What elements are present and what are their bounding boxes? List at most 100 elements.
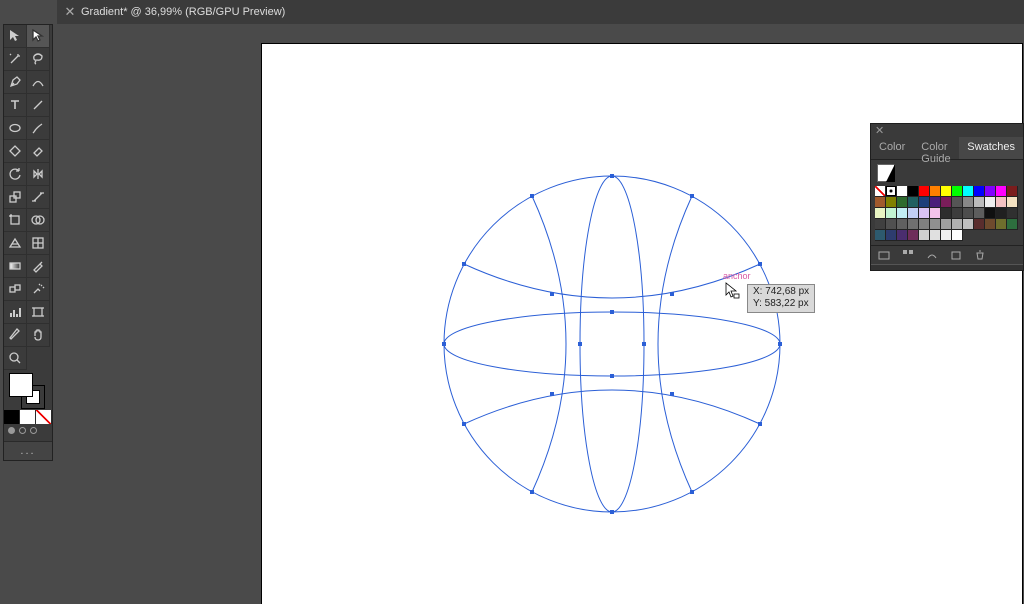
swatch-libraries-icon[interactable] bbox=[877, 248, 891, 262]
swatch[interactable] bbox=[908, 230, 919, 241]
swatch[interactable] bbox=[919, 208, 930, 219]
swatch[interactable] bbox=[963, 219, 974, 230]
swatch[interactable] bbox=[886, 219, 897, 230]
draw-mode-dots[interactable] bbox=[4, 424, 52, 437]
swatch[interactable] bbox=[875, 186, 886, 197]
swatch[interactable] bbox=[1007, 197, 1018, 208]
fill-swatch[interactable] bbox=[9, 373, 33, 397]
swatch[interactable] bbox=[897, 186, 908, 197]
swatch[interactable] bbox=[996, 219, 1007, 230]
swatch[interactable] bbox=[952, 219, 963, 230]
swatch[interactable] bbox=[952, 186, 963, 197]
swatch[interactable] bbox=[952, 230, 963, 241]
swatch[interactable] bbox=[930, 197, 941, 208]
swatch[interactable] bbox=[897, 230, 908, 241]
blend-tool[interactable] bbox=[4, 278, 27, 301]
edit-toolbar-button[interactable]: ... bbox=[4, 441, 52, 460]
swatch[interactable] bbox=[985, 208, 996, 219]
swatch[interactable] bbox=[985, 186, 996, 197]
swatch[interactable] bbox=[941, 230, 952, 241]
current-fill-stroke-icon[interactable] bbox=[877, 164, 895, 182]
swatch[interactable] bbox=[941, 208, 952, 219]
swatch[interactable] bbox=[919, 197, 930, 208]
tab-swatches[interactable]: Swatches bbox=[959, 137, 1023, 159]
show-swatch-kinds-icon[interactable] bbox=[901, 248, 915, 262]
swatch-options-icon[interactable] bbox=[925, 248, 939, 262]
swatch[interactable] bbox=[1007, 186, 1018, 197]
swatch[interactable] bbox=[886, 197, 897, 208]
rotate-tool[interactable] bbox=[4, 163, 27, 186]
gradient-mode[interactable] bbox=[20, 410, 36, 424]
swatch[interactable] bbox=[908, 197, 919, 208]
zoom-tool[interactable] bbox=[4, 347, 27, 370]
ellipse-tool[interactable] bbox=[4, 117, 27, 140]
direct-selection-tool[interactable] bbox=[27, 25, 50, 48]
swatch[interactable] bbox=[996, 197, 1007, 208]
swatch[interactable] bbox=[963, 197, 974, 208]
swatch[interactable] bbox=[897, 197, 908, 208]
swatch[interactable] bbox=[908, 208, 919, 219]
swatch[interactable] bbox=[875, 208, 886, 219]
scale-tool[interactable] bbox=[4, 186, 27, 209]
selection-tool[interactable] bbox=[4, 25, 27, 48]
perspective-grid-tool[interactable] bbox=[4, 232, 27, 255]
eraser-tool[interactable] bbox=[27, 140, 50, 163]
lasso-tool[interactable] bbox=[27, 48, 50, 71]
mesh-tool[interactable] bbox=[27, 232, 50, 255]
shape-builder-tool[interactable] bbox=[27, 209, 50, 232]
paintbrush-tool[interactable] bbox=[27, 117, 50, 140]
slice-tool[interactable] bbox=[4, 324, 27, 347]
globe-wireframe[interactable] bbox=[442, 174, 782, 514]
swatch[interactable] bbox=[963, 186, 974, 197]
swatch[interactable] bbox=[897, 208, 908, 219]
swatch[interactable] bbox=[1007, 219, 1018, 230]
swatch[interactable] bbox=[941, 219, 952, 230]
artboard-tool[interactable] bbox=[27, 301, 50, 324]
line-tool[interactable] bbox=[27, 94, 50, 117]
swatch[interactable] bbox=[930, 230, 941, 241]
gradient-tool[interactable] bbox=[4, 255, 27, 278]
swatch[interactable] bbox=[985, 197, 996, 208]
swatch[interactable] bbox=[996, 186, 1007, 197]
swatch[interactable] bbox=[963, 208, 974, 219]
none-mode[interactable] bbox=[36, 410, 52, 424]
swatch[interactable] bbox=[974, 186, 985, 197]
swatch[interactable] bbox=[974, 197, 985, 208]
width-tool[interactable] bbox=[27, 186, 50, 209]
swatch[interactable] bbox=[897, 219, 908, 230]
swatch[interactable] bbox=[919, 219, 930, 230]
swatch[interactable] bbox=[952, 197, 963, 208]
panel-close-icon[interactable]: ✕ bbox=[871, 124, 1023, 137]
tab-color-guide[interactable]: Color Guide bbox=[913, 137, 959, 159]
delete-swatch-icon[interactable] bbox=[973, 248, 987, 262]
shaper-tool[interactable] bbox=[4, 140, 27, 163]
swatch[interactable] bbox=[941, 186, 952, 197]
swatch[interactable] bbox=[930, 186, 941, 197]
swatch[interactable] bbox=[1007, 208, 1018, 219]
free-transform-tool[interactable] bbox=[4, 209, 27, 232]
magic-wand-tool[interactable] bbox=[4, 48, 27, 71]
panel-resize-grip[interactable] bbox=[871, 264, 1023, 270]
swatch[interactable] bbox=[974, 208, 985, 219]
type-tool[interactable] bbox=[4, 94, 27, 117]
swatch[interactable] bbox=[919, 186, 930, 197]
symbol-sprayer-tool[interactable] bbox=[27, 278, 50, 301]
swatch[interactable] bbox=[875, 219, 886, 230]
pen-tool[interactable] bbox=[4, 71, 27, 94]
document-tab-title[interactable]: Gradient* @ 36,99% (RGB/GPU Preview) bbox=[79, 6, 295, 18]
swatch[interactable] bbox=[952, 208, 963, 219]
swatch[interactable] bbox=[941, 197, 952, 208]
reflect-tool[interactable] bbox=[27, 163, 50, 186]
swatch[interactable] bbox=[908, 219, 919, 230]
swatches-panel[interactable]: ✕ Color Color Guide Swatches bbox=[870, 123, 1024, 271]
hand-tool[interactable] bbox=[27, 324, 50, 347]
color-mode[interactable] bbox=[4, 410, 20, 424]
close-tab-icon[interactable]: ✕ bbox=[61, 4, 79, 20]
new-swatch-icon[interactable] bbox=[949, 248, 963, 262]
swatch[interactable] bbox=[875, 197, 886, 208]
swatch[interactable] bbox=[974, 219, 985, 230]
column-graph-tool[interactable] bbox=[4, 301, 27, 324]
swatch[interactable] bbox=[875, 230, 886, 241]
swatch[interactable] bbox=[930, 219, 941, 230]
swatch[interactable] bbox=[996, 208, 1007, 219]
